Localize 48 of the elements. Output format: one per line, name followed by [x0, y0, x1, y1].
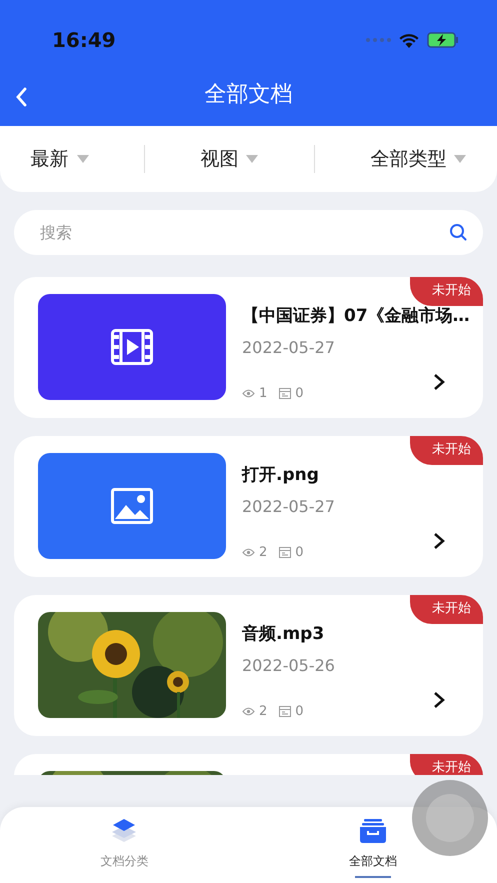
chevron-right-icon[interactable]	[433, 691, 445, 709]
comment-icon	[279, 706, 292, 717]
caret-icon	[246, 155, 258, 163]
status-tag: 未开始	[410, 436, 483, 464]
document-title: 打开.png	[242, 464, 320, 487]
page-title: 全部文档	[204, 80, 292, 108]
document-card[interactable]: 打开.png 2022-05-27 2 0 未开始	[14, 436, 483, 577]
document-card[interactable]: 音频.mp3 2022-05-26 2 0 未开始	[14, 595, 483, 736]
wifi-icon	[399, 32, 419, 48]
comment-icon	[279, 388, 292, 399]
filter-dropdown[interactable]: 最新	[24, 144, 95, 174]
comment-icon	[279, 546, 292, 558]
chevron-right-icon[interactable]	[433, 373, 445, 391]
document-date: 2022-05-27	[242, 336, 336, 358]
tab-bar-item[interactable]: 全部文档	[328, 808, 417, 882]
tab-bar-item[interactable]: 文档分类	[80, 808, 168, 882]
status-tag: 未开始	[410, 754, 483, 775]
status-time: 16:49	[52, 27, 116, 54]
comment-count: 0	[295, 384, 304, 402]
document-card[interactable]: 未开始	[14, 754, 483, 775]
film-icon	[111, 329, 153, 365]
document-title: 【中国证券】07《金融市场…	[242, 305, 470, 328]
document-title: 音频.mp3	[242, 623, 326, 646]
chevron-right-icon[interactable]	[433, 532, 445, 550]
layers-icon	[111, 818, 138, 844]
view-count: 2	[259, 702, 268, 720]
document-date: 2022-05-27	[242, 496, 335, 518]
document-date: 2022-05-26	[242, 654, 335, 676]
status-tag: 未开始	[410, 595, 483, 624]
document-card[interactable]: 【中国证券】07《金融市场… 2022-05-27 1 0 未开始	[14, 277, 483, 418]
search-icon[interactable]	[449, 223, 467, 241]
filter-dropdown[interactable]: 全部类型	[364, 144, 472, 174]
eye-icon	[242, 548, 255, 557]
caret-icon	[454, 155, 466, 163]
eye-icon	[242, 706, 255, 716]
search-field[interactable]: 搜索	[14, 210, 483, 255]
status-tag: 未开始	[410, 277, 483, 306]
eye-icon	[242, 388, 255, 398]
comment-count: 0	[295, 544, 304, 562]
signal-icon	[365, 37, 391, 43]
battery-icon	[427, 32, 459, 48]
view-count: 2	[259, 544, 268, 562]
image-icon	[111, 488, 153, 524]
inbox-icon	[358, 818, 387, 844]
view-count: 1	[259, 384, 268, 402]
comment-count: 0	[295, 702, 304, 720]
filter-dropdown[interactable]: 视图	[194, 144, 264, 174]
caret-icon	[76, 155, 89, 163]
